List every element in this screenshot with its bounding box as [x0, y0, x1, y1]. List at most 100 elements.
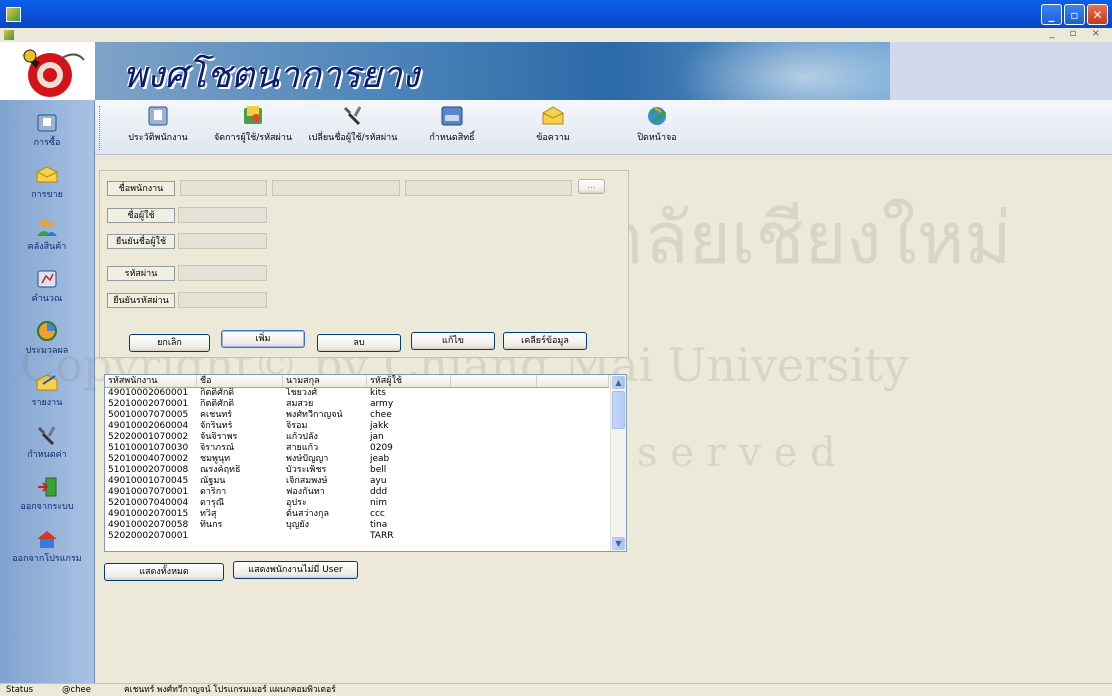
table-cell: พงศ์ทวีกาญจน์ [286, 410, 343, 420]
sidebar-item-calculate[interactable]: คำนวณ [0, 264, 94, 312]
table-cell: 51010002070008 [108, 465, 189, 475]
banner-image: พงศโชตนาการยาง [95, 42, 890, 100]
toolbar-item-label: ประวัติพนักงาน [128, 133, 188, 143]
username-field[interactable] [178, 207, 267, 223]
toolbar-change-password[interactable]: เปลี่ยนชื่อผู้ใช้/รหัสผ่าน [303, 104, 403, 144]
employee-lastname-field [405, 180, 572, 196]
logout-icon [38, 477, 57, 497]
scroll-down-arrow-icon[interactable]: ▼ [612, 537, 625, 550]
sidebar-item-inventory[interactable]: คลังสินค้า [0, 212, 94, 260]
toolbar-permission[interactable]: กำหนดสิทธิ์ [417, 104, 487, 144]
confirm-password-field[interactable] [178, 292, 267, 308]
table-row[interactable]: 52010004070002 ชมพูนุท พงษ์ปัญญา jeab [105, 454, 609, 465]
table-cell: ณรงค์ฤทธิ์ [200, 465, 241, 475]
employee-user-grid[interactable]: รหัสพนักงาน ชื่อ นามสกุล รหัสผู้ใช้ 4901… [104, 374, 627, 552]
table-row[interactable]: 49010002060004 จักรินทร์ จิรอม jakk [105, 421, 609, 432]
table-cell: 51010001070030 [108, 443, 189, 453]
delete-button[interactable]: ลบ [317, 334, 401, 352]
table-cell: kits [370, 388, 386, 398]
grid-column-header[interactable]: รหัสพนักงาน [105, 375, 197, 387]
table-row[interactable]: 52020002070001 TARR [105, 531, 609, 542]
toolbar-employee-history[interactable]: ประวัติพนักงาน [117, 104, 199, 144]
table-cell: สมสวย [286, 399, 314, 409]
sidebar-item-exit-program[interactable]: ออกจากโปรแกรม [0, 524, 94, 572]
grid-column-header[interactable]: ชื่อ [197, 375, 283, 387]
add-button[interactable]: เพิ่ม [221, 330, 305, 348]
sidebar-item-settings[interactable]: กำหนดค่า [0, 420, 94, 468]
toolbar-manage-user[interactable]: จัดการผู้ใช้/รหัสผ่าน [203, 104, 303, 144]
table-cell: ดาริกา [200, 487, 227, 497]
close-button[interactable]: ✕ [1087, 4, 1108, 25]
window-controls: _ ▫ ✕ [1041, 4, 1108, 25]
sidebar-item-label: ออกจากโปรแกรม [12, 554, 82, 564]
table-cell: จันจิราพร [200, 432, 238, 442]
table-cell: บัวระเพ็ชร [286, 465, 327, 475]
table-cell: เจ็กสมพงษ์ [286, 476, 328, 486]
user-form-panel [99, 170, 629, 358]
table-row[interactable]: 49010002070015 ทวิสุ ต้นสว่างกุล ccc [105, 509, 609, 520]
sidebar-item-logout[interactable]: ออกจากระบบ [0, 472, 94, 520]
username-label: ชื่อผู้ใช้ [107, 208, 175, 223]
browse-employee-button[interactable]: ... [578, 179, 605, 194]
sidebar-item-sales[interactable]: การขาย [0, 160, 94, 208]
table-row[interactable]: 52010007040004 ดารุณี อุประ nim [105, 498, 609, 509]
grid-vertical-scrollbar[interactable]: ▲ ▼ [610, 375, 626, 551]
table-cell: ayu [370, 476, 387, 486]
exit-program-icon [37, 531, 57, 548]
scroll-thumb[interactable] [612, 391, 625, 429]
clear-data-button[interactable]: เคลียร์ข้อมูล [503, 332, 587, 350]
sidebar-item-label: ประมวลผล [25, 346, 69, 356]
employee-id-field [180, 180, 267, 196]
window-title-bar[interactable]: _ ▫ ✕ [0, 0, 1112, 28]
table-cell: army [370, 399, 394, 409]
table-cell: จิรอม [286, 421, 308, 431]
table-cell: 52010002070001 [108, 399, 189, 409]
table-row[interactable]: 50010007070005 คเชนทร์ พงศ์ทวีกาญจน์ chee [105, 410, 609, 421]
mdi-child-controls[interactable]: _ ▫ × [1049, 28, 1106, 39]
cancel-button[interactable]: ยกเลิก [129, 334, 210, 352]
sidebar-item-process[interactable]: ประมวลผล [0, 316, 94, 364]
grid-column-header[interactable]: นามสกุล [283, 375, 367, 387]
toolbar: ประวัติพนักงาน จัดการผู้ใช้/รหัสผ่าน เปล… [95, 100, 1112, 155]
table-cell: 52010007040004 [108, 498, 189, 508]
password-label: รหัสผ่าน [107, 266, 175, 281]
table-cell: จิราภรณ์ [200, 443, 235, 453]
table-row[interactable]: 52010002070001 กิตติศักดิ์ สมสวย army [105, 399, 609, 410]
table-row[interactable]: 51010001070030 จิราภรณ์ สายแก้ว 0209 [105, 443, 609, 454]
edit-button[interactable]: แก้ไข [411, 332, 495, 350]
table-row[interactable]: 49010002060001 กิตติศักดิ์ ไชยวงศ์ kits [105, 388, 609, 399]
table-cell: อุประ [286, 498, 307, 508]
folder-icon [37, 114, 57, 132]
table-cell: chee [370, 410, 392, 420]
table-row[interactable]: 49010001070045 ณัฐมน เจ็กสมพงษ์ ayu [105, 476, 609, 487]
chart-icon [37, 321, 57, 341]
confirm-password-label: ยืนยันรหัสผ่าน [107, 293, 175, 308]
employee-history-icon [148, 106, 168, 126]
table-row[interactable]: 52020001070002 จันจิราพร แก้วปลั่ง jan [105, 432, 609, 443]
table-cell: jeab [370, 454, 390, 464]
toolbar-message[interactable]: ข้อความ [523, 104, 583, 144]
table-cell: ณัฐมน [200, 476, 226, 486]
grid-column-header-empty [451, 375, 537, 387]
scroll-up-arrow-icon[interactable]: ▲ [612, 376, 625, 389]
grid-column-header[interactable]: รหัสผู้ใช้ [367, 375, 451, 387]
envelope-icon [36, 166, 58, 183]
confirm-username-field[interactable] [178, 233, 267, 249]
table-row[interactable]: 49010002070058 ทินกร บุญยัง tina [105, 520, 609, 531]
minimize-button[interactable]: _ [1041, 4, 1062, 25]
table-row[interactable]: 49010007070001 ดาริกา ฟองกันทา ddd [105, 487, 609, 498]
table-cell: ไชยวงศ์ [286, 388, 318, 398]
show-employees-without-user-button[interactable]: แสดงพนักงานไม่มี User [233, 561, 358, 579]
maximize-button[interactable]: ▫ [1064, 4, 1085, 25]
toolbar-item-label: เปลี่ยนชื่อผู้ใช้/รหัสผ่าน [308, 133, 398, 143]
employee-name-button[interactable]: ชื่อพนักงาน [107, 181, 175, 196]
table-cell: bell [370, 465, 387, 475]
table-cell: 49010002070015 [108, 509, 189, 519]
password-field[interactable] [178, 265, 267, 281]
company-logo [0, 42, 95, 100]
toolbar-close-screen[interactable]: ปิดหน้าจอ [627, 104, 687, 144]
show-all-button[interactable]: แสดงทั้งหมด [104, 563, 224, 581]
sidebar-item-purchase[interactable]: การซื้อ [0, 108, 94, 156]
sidebar-item-report[interactable]: รายงาน [0, 368, 94, 416]
table-row[interactable]: 51010002070008 ณรงค์ฤทธิ์ บัวระเพ็ชร bell [105, 465, 609, 476]
